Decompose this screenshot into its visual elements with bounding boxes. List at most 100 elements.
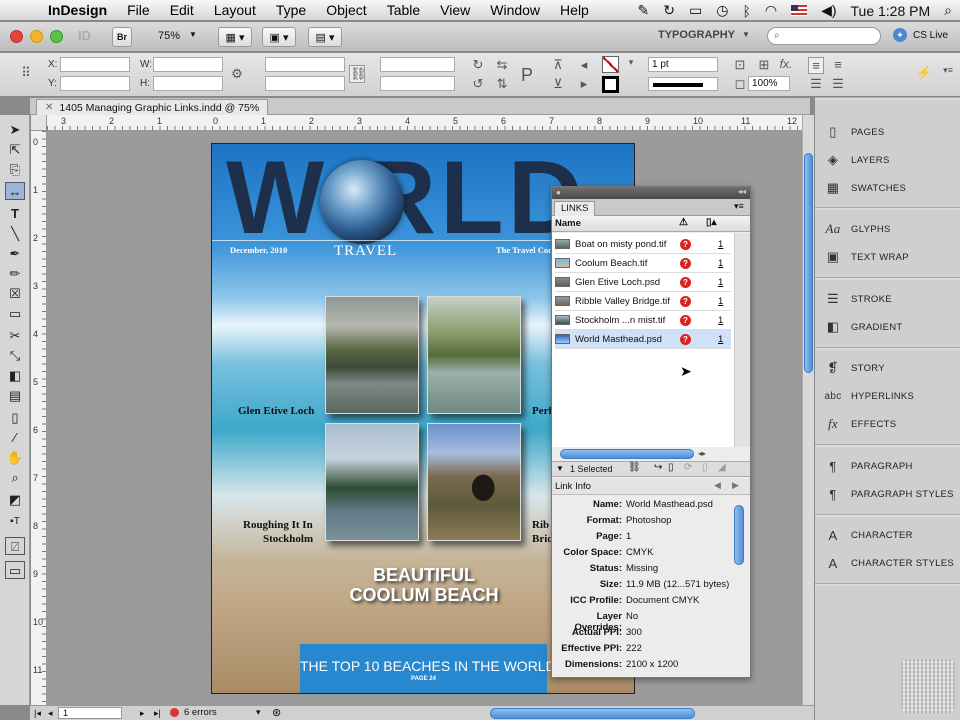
caption-stockholm[interactable]: Stockholm xyxy=(263,533,313,545)
missing-link-icon[interactable]: ? xyxy=(680,276,691,288)
direct-selection-tool-icon[interactable]: ⇱ xyxy=(5,141,25,159)
link-row[interactable]: Stockholm ...n mist.tif? 1 xyxy=(555,311,731,330)
previous-page-icon[interactable]: ◂ xyxy=(48,708,53,719)
scale-x-field[interactable] xyxy=(265,57,345,72)
caption-perf[interactable]: Perf xyxy=(532,405,552,417)
dock-hyperlinks[interactable]: abc HYPERLINKS xyxy=(823,385,955,407)
panel-collapse-icon[interactable]: ◂◂ xyxy=(738,187,746,196)
width-field[interactable] xyxy=(153,57,223,72)
opacity-field[interactable]: 100% xyxy=(748,76,790,91)
gap-tool-icon[interactable]: ↔ xyxy=(5,182,25,200)
dock-paragraph[interactable]: ¶ PARAGRAPH xyxy=(823,455,955,477)
dock-swatches[interactable]: ▦ SWATCHES xyxy=(823,177,955,199)
fitting-icon[interactable]: ⊡ xyxy=(732,57,748,73)
spotlight-icon[interactable]: ⌕ xyxy=(944,2,952,19)
zoom-window-button[interactable] xyxy=(50,30,63,43)
caption-glen-etive-loch[interactable]: Glen Etive Loch xyxy=(238,405,314,417)
edit-original-2-icon[interactable]: ▯ xyxy=(702,462,708,473)
effects-fx-icon[interactable]: fx. xyxy=(778,57,794,71)
arrange-documents-button[interactable]: ▤ ▾ xyxy=(308,27,342,47)
flag-icon[interactable] xyxy=(791,5,808,16)
rectangle-frame-tool-icon[interactable]: ☒ xyxy=(5,285,25,303)
menu-object[interactable]: Object xyxy=(316,2,376,18)
zoom-level[interactable]: 75% xyxy=(158,30,180,42)
preflight-error-icon[interactable] xyxy=(170,708,179,717)
screen-mode-icon[interactable]: ▭ xyxy=(5,561,25,579)
vertical-ruler[interactable]: 0 1 2 3 4 5 6 7 8 9 10 11 xyxy=(31,131,47,705)
dock-character[interactable]: A CHARACTER xyxy=(823,524,955,546)
links-panel-menu-icon[interactable]: ▾≡ xyxy=(734,201,744,212)
link-row[interactable]: Coolum Beach.tif? 1 xyxy=(555,254,731,273)
page-column-icon[interactable]: ▯▴ xyxy=(706,217,717,228)
photo-glen-etive-loch[interactable] xyxy=(325,296,419,414)
missing-link-icon[interactable]: ? xyxy=(680,314,691,326)
update-link-icon[interactable]: ⟳ xyxy=(684,462,692,473)
free-transform-tool-icon[interactable]: ⤡ xyxy=(5,347,25,365)
display-icon[interactable]: ▭ xyxy=(689,2,702,19)
stroke-black-swatch[interactable] xyxy=(602,76,619,93)
document-vertical-scrollbar[interactable] xyxy=(802,115,814,705)
dock-layers[interactable]: ◈ LAYERS xyxy=(823,149,955,171)
links-h-scroll-thumb[interactable] xyxy=(560,449,694,459)
missing-link-icon[interactable]: ? xyxy=(680,257,691,269)
panel-close-icon[interactable]: ● xyxy=(556,188,561,197)
first-page-icon[interactable]: |◂ xyxy=(34,708,41,719)
apply-none-icon[interactable]: ⍁ xyxy=(5,537,25,555)
photo-ribble-valley-bridge[interactable] xyxy=(427,423,521,541)
constrain-proportions-icon[interactable]: ⚙ xyxy=(229,66,245,82)
shear-field[interactable] xyxy=(380,76,455,91)
fill-stroke-swatch-icon[interactable]: ◩ xyxy=(5,491,25,509)
fit-content-icon[interactable]: ⊞ xyxy=(756,57,772,73)
select-container-icon[interactable]: ⊼ xyxy=(550,57,566,73)
link-page[interactable]: 1 xyxy=(718,258,723,269)
missing-link-icon[interactable]: ? xyxy=(680,295,691,307)
y-field[interactable] xyxy=(60,76,130,91)
edit-original-icon[interactable]: ▯ xyxy=(668,462,674,473)
tagline-text[interactable]: The Travel Com xyxy=(496,245,555,255)
zoom-tool-icon[interactable]: ⌕ xyxy=(5,469,25,487)
go-to-link-icon[interactable]: ↪ xyxy=(654,462,662,473)
height-field[interactable] xyxy=(153,76,223,91)
stroke-type-dropdown[interactable] xyxy=(648,77,718,91)
cs-live-icon[interactable]: ✦ xyxy=(893,28,907,42)
ruler-origin[interactable] xyxy=(31,115,47,131)
menu-table[interactable]: Table xyxy=(377,2,430,18)
horizontal-scroll-thumb[interactable] xyxy=(490,708,695,719)
info-scroll-thumb[interactable] xyxy=(734,505,744,565)
dock-text-wrap[interactable]: ▣ TEXT WRAP xyxy=(823,246,955,268)
bluetooth-icon[interactable]: ᛒ xyxy=(742,3,750,19)
caption-rib[interactable]: Rib xyxy=(532,519,549,531)
bridge-button[interactable]: Br xyxy=(112,27,132,47)
link-row[interactable]: Boat on misty pond.tif? 1 xyxy=(555,235,731,254)
sync-icon[interactable]: ↻ xyxy=(663,2,675,19)
scale-y-field[interactable] xyxy=(265,76,345,91)
align-left-icon[interactable]: ≡ xyxy=(808,57,824,74)
menu-edit[interactable]: Edit xyxy=(160,2,204,18)
globe-image[interactable] xyxy=(320,160,404,244)
fill-dropdown-icon[interactable]: ▾ xyxy=(623,57,639,68)
reference-point-icon[interactable]: ⠿ xyxy=(18,65,34,81)
wifi-icon[interactable]: ◠ xyxy=(765,2,777,19)
preflight-dropdown-icon[interactable]: ▾ xyxy=(256,707,261,718)
type-tool-icon[interactable]: T xyxy=(5,205,25,223)
page-tool-icon[interactable]: ⎘ xyxy=(5,161,25,179)
dock-glyphs[interactable]: Aa GLYPHS xyxy=(823,218,955,240)
dock-story[interactable]: ❡ STORY xyxy=(823,357,955,379)
show-info-toggle-icon[interactable]: ▼ xyxy=(556,464,564,473)
link-page[interactable]: 1 xyxy=(718,277,723,288)
dock-paragraph-styles[interactable]: ¶ PARAGRAPH STYLES xyxy=(823,483,955,505)
info-previous-icon[interactable]: ◀ xyxy=(714,480,721,491)
link-row[interactable]: Glen Etive Loch.psd? 1 xyxy=(555,273,731,292)
dock-pages[interactable]: ▯ PAGES xyxy=(823,121,955,143)
formatting-container-icon[interactable]: ▪T xyxy=(5,513,25,531)
link-row-selected[interactable]: World Masthead.psd? 1 xyxy=(555,330,731,349)
missing-link-icon[interactable]: ? xyxy=(680,238,691,250)
rotate-ccw-icon[interactable]: ↺ xyxy=(470,76,486,92)
eyedropper-tool-icon[interactable]: ⁄ xyxy=(5,429,25,447)
gradient-feather-tool-icon[interactable]: ▤ xyxy=(5,387,25,405)
link-page[interactable]: 1 xyxy=(718,296,723,307)
link-page[interactable]: 1 xyxy=(718,315,723,326)
pen-tool-icon[interactable]: ✒ xyxy=(5,245,25,263)
link-row[interactable]: Ribble Valley Bridge.tif? 1 xyxy=(555,292,731,311)
menu-app-name[interactable]: InDesign xyxy=(38,2,117,18)
